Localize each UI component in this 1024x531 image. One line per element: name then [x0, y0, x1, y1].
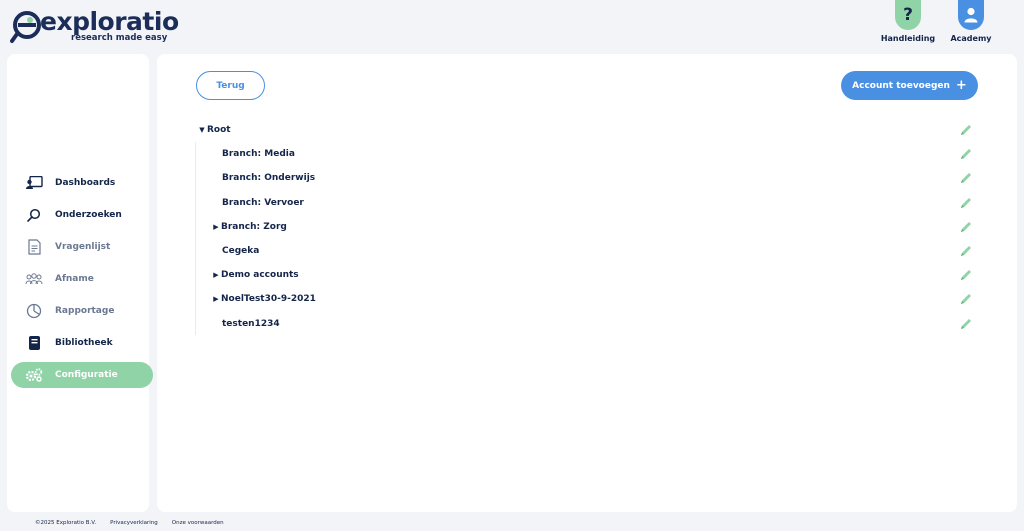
question-icon: ? [895, 0, 921, 30]
pencil-icon[interactable] [959, 147, 973, 161]
gears-icon [25, 366, 43, 384]
pencil-icon[interactable] [959, 196, 973, 210]
sidebar-item-label: Onderzoeken [55, 210, 122, 220]
back-button[interactable]: Terug [196, 71, 265, 100]
tree-node-label: Branch: Zorg [221, 221, 287, 232]
tree-node-label: Root [207, 125, 231, 136]
user-icon [958, 0, 984, 30]
brand-logo[interactable]: exploratio research made easy [10, 7, 179, 44]
tree-node-label: Branch: Onderwijs [222, 173, 316, 184]
add-account-label: Account toevoegen [852, 80, 950, 91]
sidebar-item-vragenlijst[interactable]: Vragenlijst [11, 234, 153, 260]
document-icon [25, 238, 43, 256]
tree-guide-line [195, 142, 196, 335]
sidebar-item-label: Afname [55, 274, 94, 284]
tree-node-label: Demo accounts [221, 270, 299, 281]
pencil-icon[interactable] [959, 268, 973, 282]
tree-node-label: Branch: Vervoer [222, 197, 304, 208]
terms-link[interactable]: Onze voorwaarden [172, 520, 224, 526]
caret-down-icon[interactable]: ▼ [197, 126, 207, 134]
tree-node[interactable]: ▶ Branch: Zorg [197, 215, 977, 239]
brand-tagline: research made easy [71, 33, 168, 43]
brand-name: exploratio [40, 7, 179, 36]
sidebar-item-dashboards[interactable]: Dashboards [11, 170, 153, 196]
logo-mark-icon [10, 11, 41, 43]
plus-icon: + [955, 78, 967, 93]
sidebar-item-onderzoeken[interactable]: Onderzoeken [11, 202, 153, 228]
pencil-icon[interactable] [959, 171, 973, 185]
tree-node-label: NoelTest30-9-2021 [221, 294, 316, 305]
pencil-icon[interactable] [959, 292, 973, 306]
pencil-icon[interactable] [959, 220, 973, 234]
sidebar-item-label: Vragenlijst [55, 242, 111, 252]
caret-right-icon[interactable]: ▶ [211, 271, 221, 279]
sidebar-item-rapportage[interactable]: Rapportage [11, 298, 153, 324]
sidebar-item-label: Bibliotheek [55, 338, 113, 348]
pencil-icon[interactable] [959, 123, 973, 137]
caret-right-icon[interactable]: ▶ [211, 223, 221, 231]
pencil-icon[interactable] [959, 244, 973, 258]
tree-node[interactable]: Branch: Onderwijs [197, 166, 977, 190]
tree-node-root[interactable]: ▼ Root [197, 118, 977, 142]
copyright-text: ©2025 Exploratio B.V. [35, 520, 97, 526]
library-icon [25, 334, 43, 352]
pie-chart-icon [25, 302, 43, 320]
sidebar-item-configuratie[interactable]: Configuratie [11, 362, 153, 388]
main-panel: Terug Account toevoegen + ▼ Root Branch:… [157, 54, 1017, 512]
sidebar-nav: Dashboards Onderzoeken Vragenlijst Afnam… [0, 170, 160, 394]
tree-node[interactable]: ▶ NoelTest30-9-2021 [197, 287, 977, 311]
sidebar-item-label: Dashboards [55, 178, 116, 188]
tree-node-label: testen1234 [222, 318, 280, 329]
tree-node[interactable]: Branch: Vervoer [197, 191, 977, 215]
sidebar-item-label: Rapportage [55, 306, 115, 316]
footer: ©2025 Exploratio B.V. Privacyverklaring … [35, 520, 224, 526]
tree-node-label: Cegeka [222, 246, 260, 257]
add-account-button[interactable]: Account toevoegen + [841, 71, 978, 100]
help-link[interactable]: ? Handleiding [873, 0, 943, 43]
academy-link[interactable]: Academy [936, 0, 1006, 43]
privacy-link[interactable]: Privacyverklaring [110, 520, 158, 526]
tree-node[interactable]: Cegeka [197, 239, 977, 263]
tree-node[interactable]: testen1234 [197, 312, 977, 336]
tree-node[interactable]: ▶ Demo accounts [197, 263, 977, 287]
pencil-icon[interactable] [959, 317, 973, 331]
account-tree: ▼ Root Branch: Media Branch: Onderwijs B… [197, 118, 977, 336]
sidebar-item-afname[interactable]: Afname [11, 266, 153, 292]
tree-node-label: Branch: Media [222, 149, 295, 160]
dashboard-icon [25, 174, 43, 192]
help-label: Handleiding [880, 34, 936, 43]
tree-node[interactable]: Branch: Media [197, 142, 977, 166]
caret-right-icon[interactable]: ▶ [211, 295, 221, 303]
sidebar-item-label: Configuratie [55, 370, 118, 380]
users-icon [25, 270, 43, 288]
sidebar-item-bibliotheek[interactable]: Bibliotheek [11, 330, 153, 356]
academy-label: Academy [950, 34, 992, 43]
search-icon [25, 206, 43, 224]
